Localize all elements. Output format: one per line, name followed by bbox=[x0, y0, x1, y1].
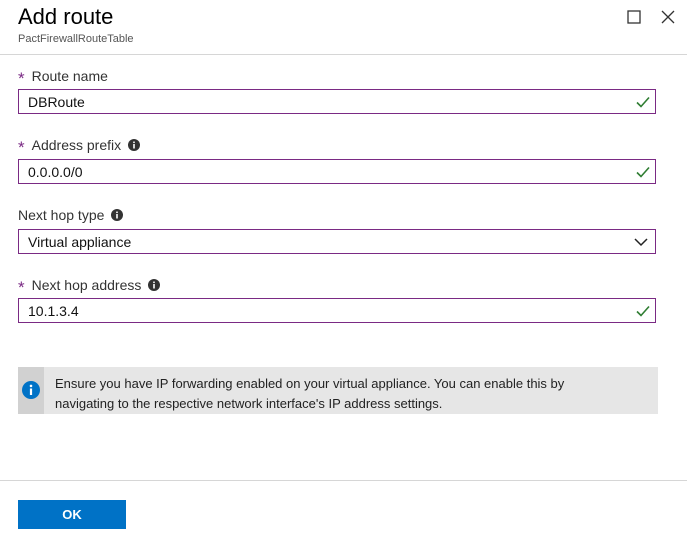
check-icon bbox=[636, 96, 650, 108]
info-banner-icon-column bbox=[18, 367, 44, 414]
maximize-icon[interactable] bbox=[625, 8, 643, 26]
blade-title: Add route bbox=[18, 4, 114, 29]
info-icon[interactable] bbox=[148, 279, 161, 291]
info-icon[interactable] bbox=[111, 209, 124, 221]
next-hop-type-label-text: Next hop type bbox=[18, 207, 105, 223]
address-prefix-label-text: Address prefix bbox=[31, 137, 122, 153]
info-icon[interactable] bbox=[128, 139, 141, 151]
next-hop-type-value[interactable]: Virtual appliance bbox=[19, 234, 633, 250]
next-hop-address-input[interactable]: 10.1.3.4 bbox=[18, 298, 656, 323]
address-prefix-label: * Address prefix bbox=[18, 137, 141, 157]
required-marker: * bbox=[18, 138, 25, 157]
route-name-input[interactable]: DBRoute bbox=[18, 89, 656, 114]
address-prefix-value[interactable]: 0.0.0.0/0 bbox=[19, 164, 635, 180]
info-banner-line-1: Ensure you have IP forwarding enabled on… bbox=[55, 376, 565, 391]
check-icon bbox=[636, 166, 650, 178]
header-divider bbox=[0, 54, 687, 55]
next-hop-type-label: Next hop type bbox=[18, 207, 124, 223]
blade-subtitle: PactFirewallRouteTable bbox=[18, 33, 134, 45]
chevron-down-icon[interactable] bbox=[633, 234, 649, 250]
footer-divider bbox=[0, 480, 687, 481]
route-name-label-text: Route name bbox=[31, 68, 108, 84]
next-hop-address-value[interactable]: 10.1.3.4 bbox=[19, 303, 635, 319]
next-hop-address-label-text: Next hop address bbox=[31, 277, 142, 293]
ok-button[interactable]: OK bbox=[18, 500, 126, 529]
next-hop-type-select[interactable]: Virtual appliance bbox=[18, 229, 656, 254]
required-marker: * bbox=[18, 278, 25, 297]
check-icon bbox=[636, 305, 650, 317]
info-circle-icon bbox=[22, 381, 40, 399]
address-prefix-input[interactable]: 0.0.0.0/0 bbox=[18, 159, 656, 184]
info-banner-message: Ensure you have IP forwarding enabled on… bbox=[44, 367, 564, 414]
route-name-label: * Route name bbox=[18, 68, 108, 88]
close-icon[interactable] bbox=[659, 8, 677, 26]
next-hop-address-label: * Next hop address bbox=[18, 277, 161, 297]
info-banner-line-2: navigating to the respective network int… bbox=[55, 396, 443, 411]
route-name-value[interactable]: DBRoute bbox=[19, 94, 635, 110]
info-banner: Ensure you have IP forwarding enabled on… bbox=[18, 367, 658, 414]
required-marker: * bbox=[18, 69, 25, 88]
